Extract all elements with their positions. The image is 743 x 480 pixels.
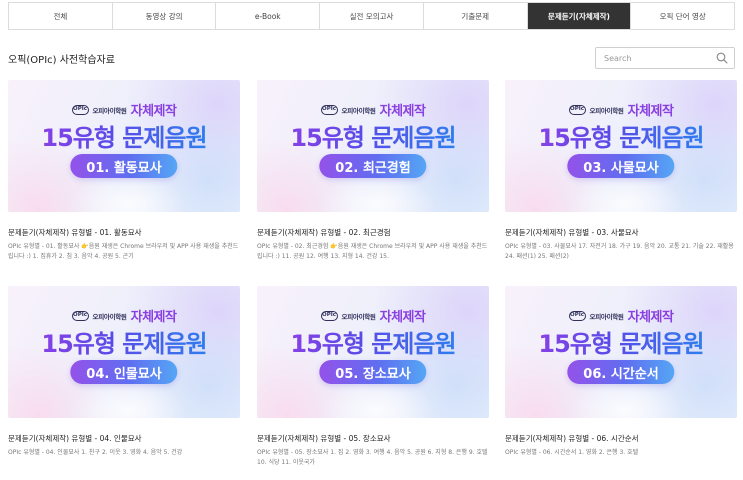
opic-logo: OPIc bbox=[320, 104, 338, 115]
own-production-label: 자체제작 bbox=[130, 104, 177, 119]
card-thumbnail[interactable]: OPIc 오피아이학원 자체제작 15유형 문제음원 06. 시간순서 bbox=[505, 286, 737, 418]
thumbnail-headline: 15유형 문제음원 bbox=[257, 324, 489, 359]
card-thumbnail[interactable]: OPIc 오피아이학원 자체제작 15유형 문제음원 02. 최근경험 bbox=[257, 80, 489, 212]
academy-name: 오피아이학원 bbox=[589, 312, 624, 321]
academy-name: 오피아이학원 bbox=[589, 106, 624, 115]
thumbnail-headline: 15유형 문제음원 bbox=[505, 118, 737, 153]
card-description: OPIc 유형별 - 02. 최근경험 👉음원 재생은 Chrome 브라우저 … bbox=[257, 243, 488, 260]
category-tabs: 전체 동영상 강의 e-Book 실전 모의고사 기출문제 문제듣기(자체제작)… bbox=[8, 2, 735, 30]
type-pill: 01. 활동묘사 bbox=[70, 154, 178, 178]
card-title[interactable]: 문제듣기(자체제작) 유형별 - 02. 최근경험 bbox=[257, 227, 489, 238]
type-pill: 05. 장소묘사 bbox=[319, 360, 427, 384]
card-thumbnail[interactable]: OPIc 오피아이학원 자체제작 15유형 문제음원 01. 활동묘사 bbox=[8, 80, 240, 212]
academy-name: 오피아이학원 bbox=[92, 312, 127, 321]
tab-listening-questions[interactable]: 문제듣기(자체제작) bbox=[527, 3, 632, 29]
search-icon[interactable] bbox=[716, 52, 728, 64]
opic-logo: OPIc bbox=[71, 310, 89, 321]
card-title[interactable]: 문제듣기(자체제작) 유형별 - 06. 시간순서 bbox=[505, 433, 737, 444]
card-description: OPIc 유형별 - 06. 시간순서 1. 영화 2. 은행 3. 호텔 bbox=[505, 449, 639, 456]
tab-mock-test[interactable]: 실전 모의고사 bbox=[320, 3, 424, 29]
academy-name: 오피아이학원 bbox=[92, 106, 127, 115]
tab-video-lectures[interactable]: 동영상 강의 bbox=[113, 3, 217, 29]
opic-logo: OPIc bbox=[71, 104, 89, 115]
card-title[interactable]: 문제듣기(자체제작) 유형별 - 05. 장소묘사 bbox=[257, 433, 489, 444]
card-description: OPIc 유형별 - 04. 인물묘사 1. 친구 2. 이웃 3. 영화 4.… bbox=[8, 449, 183, 456]
tab-ebook[interactable]: e-Book bbox=[216, 3, 321, 29]
card-title[interactable]: 문제듣기(자체제작) 유형별 - 01. 활동묘사 bbox=[8, 227, 240, 238]
academy-name: 오피아이학원 bbox=[341, 106, 376, 115]
brand-line: OPIc 오피아이학원 자체제작 bbox=[505, 306, 737, 325]
own-production-label: 자체제작 bbox=[627, 310, 674, 325]
academy-name: 오피아이학원 bbox=[341, 312, 376, 321]
type-pill: 02. 최근경험 bbox=[319, 154, 427, 178]
own-production-label: 자체제작 bbox=[627, 104, 674, 119]
card-thumbnail[interactable]: OPIc 오피아이학원 자체제작 15유형 문제음원 04. 인물묘사 bbox=[8, 286, 240, 418]
brand-line: OPIc 오피아이학원 자체제작 bbox=[257, 100, 489, 119]
card-06[interactable]: OPIc 오피아이학원 자체제작 15유형 문제음원 06. 시간순서 문제듣기… bbox=[505, 286, 737, 458]
search-input[interactable] bbox=[596, 53, 706, 63]
search-box bbox=[595, 47, 735, 69]
page-title: 오픽(OPIc) 사전학습자료 bbox=[8, 55, 115, 66]
card-04[interactable]: OPIc 오피아이학원 자체제작 15유형 문제음원 04. 인물묘사 문제듣기… bbox=[8, 286, 240, 458]
opic-logo: OPIc bbox=[320, 310, 338, 321]
card-01[interactable]: OPIc 오피아이학원 자체제작 15유형 문제음원 01. 활동묘사 문제듣기… bbox=[8, 80, 240, 262]
card-02[interactable]: OPIc 오피아이학원 자체제작 15유형 문제음원 02. 최근경험 문제듣기… bbox=[257, 80, 489, 262]
type-pill: 04. 인물묘사 bbox=[70, 360, 178, 384]
brand-line: OPIc 오피아이학원 자체제작 bbox=[257, 306, 489, 325]
opic-logo: OPIc bbox=[568, 104, 586, 115]
card-05[interactable]: OPIc 오피아이학원 자체제작 15유형 문제음원 05. 장소묘사 문제듣기… bbox=[257, 286, 489, 468]
card-thumbnail[interactable]: OPIc 오피아이학원 자체제작 15유형 문제음원 05. 장소묘사 bbox=[257, 286, 489, 418]
brand-line: OPIc 오피아이학원 자체제작 bbox=[8, 100, 240, 119]
brand-line: OPIc 오피아이학원 자체제작 bbox=[505, 100, 737, 119]
type-pill: 03. 사물묘사 bbox=[567, 154, 675, 178]
thumbnail-headline: 15유형 문제음원 bbox=[505, 324, 737, 359]
card-thumbnail[interactable]: OPIc 오피아이학원 자체제작 15유형 문제음원 03. 사물묘사 bbox=[505, 80, 737, 212]
thumbnail-headline: 15유형 문제음원 bbox=[8, 324, 240, 359]
card-description: OPIc 유형별 - 01. 활동묘사 👉음원 재생은 Chrome 브라우저 … bbox=[8, 243, 239, 260]
card-description: OPIc 유형별 - 03. 사물묘사 17. 자전거 18. 가구 19. 음… bbox=[505, 243, 734, 260]
card-title[interactable]: 문제듣기(자체제작) 유형별 - 04. 인물묘사 bbox=[8, 433, 240, 444]
tab-vocabulary-videos[interactable]: 오픽 단어 영상 bbox=[631, 3, 734, 29]
own-production-label: 자체제작 bbox=[130, 310, 177, 325]
card-title[interactable]: 문제듣기(자체제작) 유형별 - 03. 사물묘사 bbox=[505, 227, 737, 238]
type-pill: 06. 시간순서 bbox=[567, 360, 675, 384]
own-production-label: 자체제작 bbox=[379, 104, 426, 119]
opic-logo: OPIc bbox=[568, 310, 586, 321]
card-description: OPIc 유형별 - 05. 장소묘사 1. 집 2. 영화 3. 여행 4. … bbox=[257, 449, 488, 466]
thumbnail-headline: 15유형 문제음원 bbox=[8, 118, 240, 153]
thumbnail-headline: 15유형 문제음원 bbox=[257, 118, 489, 153]
own-production-label: 자체제작 bbox=[379, 310, 426, 325]
tab-all[interactable]: 전체 bbox=[9, 3, 113, 29]
brand-line: OPIc 오피아이학원 자체제작 bbox=[8, 306, 240, 325]
card-03[interactable]: OPIc 오피아이학원 자체제작 15유형 문제음원 03. 사물묘사 문제듣기… bbox=[505, 80, 737, 262]
tab-past-questions[interactable]: 기출문제 bbox=[424, 3, 528, 29]
